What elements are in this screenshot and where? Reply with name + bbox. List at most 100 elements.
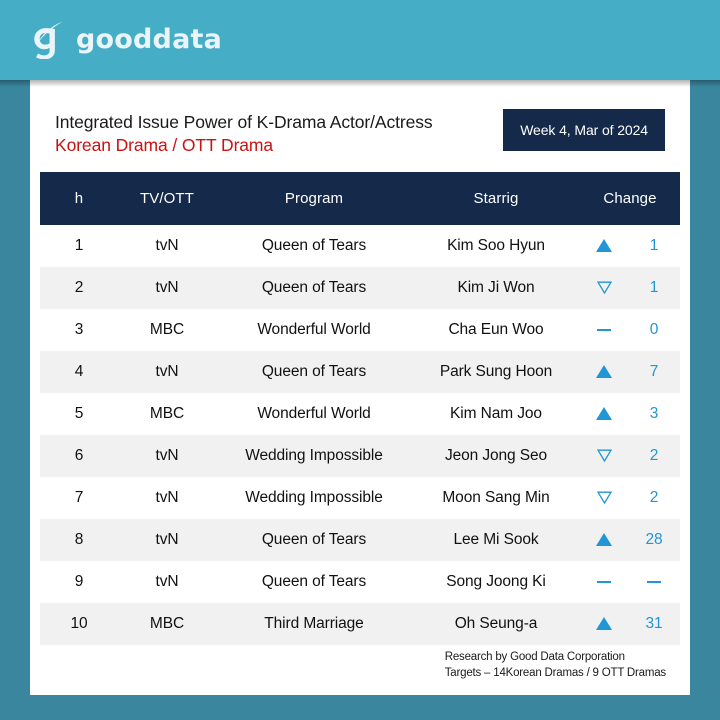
dash-icon <box>647 580 661 583</box>
table-header-row: h TV/OTT Program Starrig Change <box>40 172 680 225</box>
cell-program: Wedding Impossible <box>245 489 383 506</box>
cell-change-value: 7 <box>649 363 659 380</box>
infographic-root: gooddata Integrated Issue Power of K-Dra… <box>0 0 720 720</box>
cell-starring: Park Sung Hoon <box>439 363 553 380</box>
cell-rank: 2 <box>74 279 84 296</box>
change-down-icon <box>580 477 628 519</box>
cell-program: Queen of Tears <box>261 573 367 590</box>
table-row[interactable]: 5 MBC Wonderful World Kim Nam Joo 3 <box>40 393 680 435</box>
cell-program: Wedding Impossible <box>245 447 383 464</box>
cell-starring: Song Joong Ki <box>446 573 546 590</box>
content-card: Integrated Issue Power of K-Drama Actor/… <box>30 80 690 695</box>
cell-starring: Kim Ji Won <box>457 279 535 296</box>
table-row[interactable]: 3 MBC Wonderful World Cha Eun Woo 0 <box>40 309 680 351</box>
cell-rank: 4 <box>74 363 84 380</box>
triangle-up-icon <box>596 365 612 379</box>
triangle-up-icon <box>596 407 612 421</box>
triangle-down-outline-icon <box>596 491 612 505</box>
table-row[interactable]: 9 tvN Queen of Tears Song Joong Ki <box>40 561 680 603</box>
table-header: h TV/OTT Program Starrig Change <box>40 172 680 225</box>
footer-line-research: Research by Good Data Corporation <box>444 650 625 663</box>
cell-tvott: MBC <box>149 405 185 422</box>
cell-program: Queen of Tears <box>261 237 367 254</box>
triangle-up-icon <box>596 617 612 631</box>
cell-tvott: MBC <box>149 615 185 632</box>
triangle-down-outline-icon <box>596 449 612 463</box>
cell-rank: 1 <box>74 237 84 254</box>
cell-program: Queen of Tears <box>261 279 367 296</box>
change-up-icon <box>580 603 628 645</box>
cell-rank: 5 <box>74 405 84 422</box>
table-row[interactable]: 10 MBC Third Marriage Oh Seung-a 31 <box>40 603 680 645</box>
cell-program: Third Marriage <box>264 615 364 632</box>
cell-change-value: 1 <box>649 237 659 254</box>
triangle-up-icon <box>596 239 612 253</box>
footer-note: Research by Good Data Corporation Target… <box>445 649 666 682</box>
cell-tvott: tvN <box>155 573 179 590</box>
cell-change-value: 28 <box>645 531 663 548</box>
change-down-icon <box>580 267 628 309</box>
cell-tvott: MBC <box>149 321 185 338</box>
cell-starring: Kim Soo Hyun <box>447 237 545 254</box>
cell-tvott: tvN <box>155 363 179 380</box>
cell-change-value: 3 <box>649 405 659 422</box>
cell-rank: 7 <box>74 489 84 506</box>
gooddata-logo: gooddata <box>30 19 222 59</box>
table-row[interactable]: 6 tvN Wedding Impossible Jeon Jong Seo 2 <box>40 435 680 477</box>
cell-tvott: tvN <box>155 489 179 506</box>
cell-starring: Oh Seung-a <box>454 615 538 632</box>
date-badge: Week 4, Mar of 2024 <box>503 109 665 151</box>
dash-icon <box>597 580 611 583</box>
cell-starring: Kim Nam Joo <box>450 405 542 422</box>
cell-program: Queen of Tears <box>261 531 367 548</box>
page-subtitle: Korean Drama / OTT Drama <box>55 134 274 155</box>
table-row[interactable]: 2 tvN Queen of Tears Kim Ji Won 1 <box>40 267 680 309</box>
cell-starring: Cha Eun Woo <box>448 321 544 338</box>
cell-tvott: tvN <box>155 531 179 548</box>
cell-starring: Jeon Jong Seo <box>444 447 548 464</box>
change-flat-icon <box>580 561 628 603</box>
cell-tvott: tvN <box>155 237 179 254</box>
table-body: 1 tvN Queen of Tears Kim Soo Hyun 1 2 tvN Queen… <box>40 225 680 645</box>
cell-change-value: 2 <box>649 489 659 506</box>
column-header-tvott[interactable]: TV/OTT <box>118 172 216 225</box>
cell-rank: 8 <box>74 531 84 548</box>
change-down-icon <box>580 435 628 477</box>
cell-tvott: tvN <box>155 279 179 296</box>
brand-name: gooddata <box>76 23 223 55</box>
table-row[interactable]: 1 tvN Queen of Tears Kim Soo Hyun 1 <box>40 225 680 267</box>
cell-rank: 9 <box>74 573 84 590</box>
title-block: Integrated Issue Power of K-Drama Actor/… <box>55 112 433 157</box>
gooddata-g-swoosh-icon <box>34 21 63 59</box>
cell-rank: 10 <box>70 615 88 632</box>
cell-tvott: tvN <box>155 447 179 464</box>
cell-rank: 3 <box>74 321 84 338</box>
footer-line-targets: Targets – 14Korean Dramas / 9 OTT Dramas <box>444 667 666 680</box>
change-up-icon <box>580 519 628 561</box>
cell-change-value: 0 <box>649 321 659 338</box>
cell-program: Wonderful World <box>257 321 371 338</box>
cell-rank: 6 <box>74 447 84 464</box>
ranking-table: h TV/OTT Program Starrig Change 1 tvN Quee… <box>40 172 680 645</box>
cell-change-value <box>628 561 680 603</box>
table-row[interactable]: 8 tvN Queen of Tears Lee Mi Sook 28 <box>40 519 680 561</box>
triangle-down-outline-icon <box>596 281 612 295</box>
table-row[interactable]: 7 tvN Wedding Impossible Moon Sang Min 2 <box>40 477 680 519</box>
column-header-change[interactable]: Change <box>580 172 680 225</box>
brand-banner: gooddata <box>0 0 720 80</box>
cell-program: Queen of Tears <box>261 363 367 380</box>
cell-change-value: 31 <box>645 615 663 632</box>
cell-change-value: 1 <box>649 279 659 296</box>
column-header-rank[interactable]: h <box>40 172 118 225</box>
triangle-up-icon <box>596 533 612 547</box>
column-header-program[interactable]: Program <box>216 172 412 225</box>
change-up-icon <box>580 351 628 393</box>
change-flat-icon <box>580 309 628 351</box>
change-up-icon <box>580 393 628 435</box>
column-header-starring[interactable]: Starrig <box>412 172 580 225</box>
cell-starring: Lee Mi Sook <box>453 531 539 548</box>
page-title: Integrated Issue Power of K-Drama Actor/… <box>55 112 433 132</box>
dash-icon <box>597 328 611 331</box>
cell-starring: Moon Sang Min <box>442 489 550 506</box>
table-row[interactable]: 4 tvN Queen of Tears Park Sung Hoon 7 <box>40 351 680 393</box>
